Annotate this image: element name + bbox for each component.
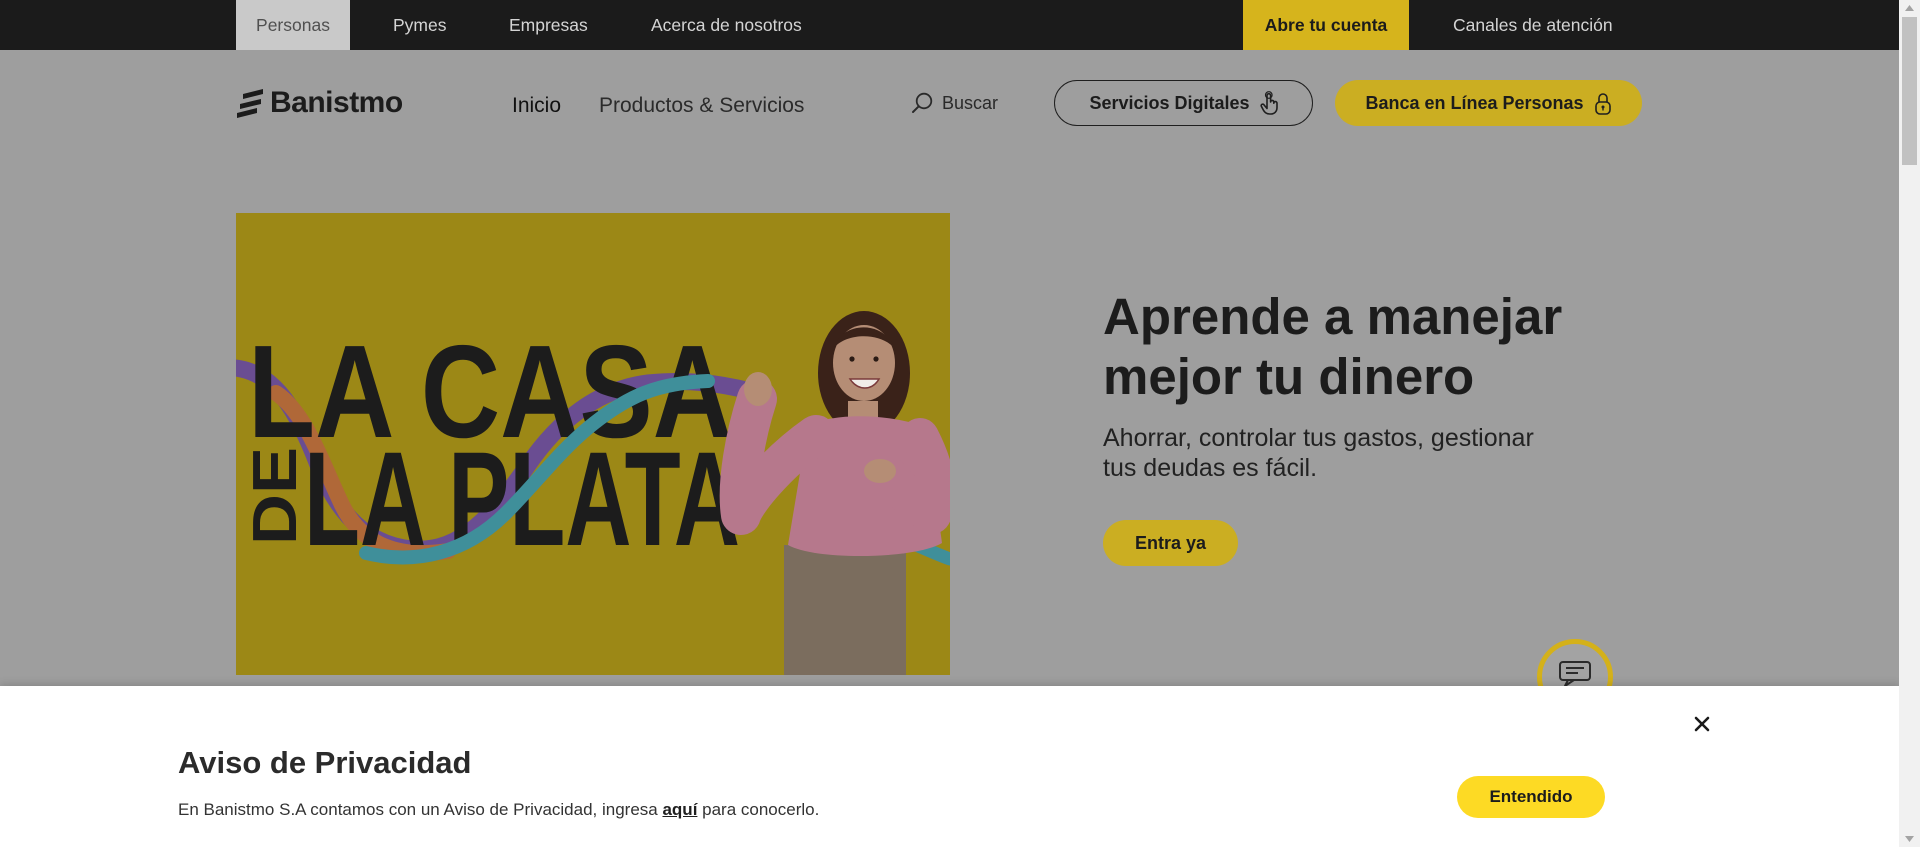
person-eye-left bbox=[849, 356, 855, 362]
accept-button[interactable]: Entendido bbox=[1457, 776, 1605, 818]
nav-item-productos-servicios[interactable]: Productos & Servicios bbox=[599, 94, 804, 118]
segment-tab-pymes[interactable]: Pymes bbox=[393, 0, 446, 50]
person-hand-raised bbox=[744, 372, 772, 406]
person-hand-front bbox=[864, 459, 896, 483]
artwork-text-prefix: DE bbox=[241, 447, 310, 545]
search-label: Buscar bbox=[942, 93, 999, 113]
close-icon bbox=[1694, 716, 1710, 732]
hand-shape bbox=[1259, 92, 1278, 115]
logo-stripe-middle bbox=[240, 98, 261, 109]
scrollbar-thumb[interactable] bbox=[1902, 17, 1917, 165]
accept-label: Entendido bbox=[1489, 787, 1573, 806]
digital-services-button[interactable]: Servicios Digitales bbox=[1054, 80, 1313, 126]
lock-icon bbox=[1594, 93, 1611, 115]
privacy-text-after: para conocerlo. bbox=[697, 800, 820, 819]
hero-banner-image: LA CASA DE LA PLATA bbox=[236, 213, 950, 675]
scroll-down-icon[interactable] bbox=[1905, 836, 1914, 842]
lock-shackle bbox=[1597, 93, 1608, 102]
search-icon-handle bbox=[912, 105, 920, 113]
close-button[interactable] bbox=[1694, 716, 1710, 732]
online-banking-label: Banca en Línea Personas bbox=[1365, 92, 1584, 113]
logo-link[interactable]: Banistmo bbox=[236, 88, 403, 118]
hero-cta-label: Entra ya bbox=[1134, 532, 1207, 553]
segment-tab-personas[interactable]: Personas bbox=[236, 0, 350, 50]
privacy-banner: Aviso de Privacidad En Banistmo S.A cont… bbox=[0, 686, 1899, 847]
search-icon bbox=[912, 92, 933, 113]
person-eye-right bbox=[873, 356, 879, 362]
open-account-link[interactable]: Abre tu cuenta bbox=[1243, 0, 1409, 50]
hero-artwork: LA CASA DE LA PLATA bbox=[236, 213, 950, 675]
online-banking-button[interactable]: Banca en Línea Personas bbox=[1335, 80, 1642, 126]
logo-stripe-bottom bbox=[237, 107, 257, 118]
person-pants bbox=[784, 545, 906, 675]
segment-tab-acerca[interactable]: Acerca de nosotros bbox=[651, 0, 802, 50]
logo-stripe-top bbox=[243, 88, 263, 99]
scroll-up-arrow-shape bbox=[1905, 5, 1914, 11]
hero-cta-button[interactable]: Entra ya bbox=[1103, 520, 1238, 566]
nav-item-inicio[interactable]: Inicio bbox=[512, 94, 561, 118]
contact-channels-link[interactable]: Canales de atención bbox=[1453, 0, 1613, 50]
chat-bubble bbox=[1559, 661, 1591, 681]
chat-icon bbox=[1559, 661, 1591, 687]
logo-text: Banistmo bbox=[270, 86, 403, 119]
scroll-up-icon[interactable] bbox=[1905, 5, 1914, 11]
privacy-text-before: En Banistmo S.A contamos con un Aviso de… bbox=[178, 800, 663, 819]
search-button[interactable]: Buscar bbox=[911, 92, 998, 114]
page-scrollbar[interactable] bbox=[1899, 0, 1920, 847]
digital-services-label: Servicios Digitales bbox=[1089, 92, 1250, 113]
privacy-title: Aviso de Privacidad bbox=[178, 745, 472, 780]
banistmo-logo-mark-icon bbox=[237, 88, 263, 118]
scroll-down-arrow-shape bbox=[1905, 836, 1914, 842]
privacy-link[interactable]: aquí bbox=[662, 800, 697, 819]
hero-title: Aprende a manejar mejor tu dinero bbox=[1103, 288, 1563, 405]
hand-pointer-icon bbox=[1259, 91, 1278, 115]
segment-tab-empresas[interactable]: Empresas bbox=[509, 0, 588, 50]
hero-subtitle: Ahorrar, controlar tus gastos, gestionar… bbox=[1103, 424, 1534, 482]
privacy-text: En Banistmo S.A contamos con un Aviso de… bbox=[178, 799, 819, 821]
segment-topbar: Personas Pymes Empresas Acerca de nosotr… bbox=[0, 0, 1899, 50]
